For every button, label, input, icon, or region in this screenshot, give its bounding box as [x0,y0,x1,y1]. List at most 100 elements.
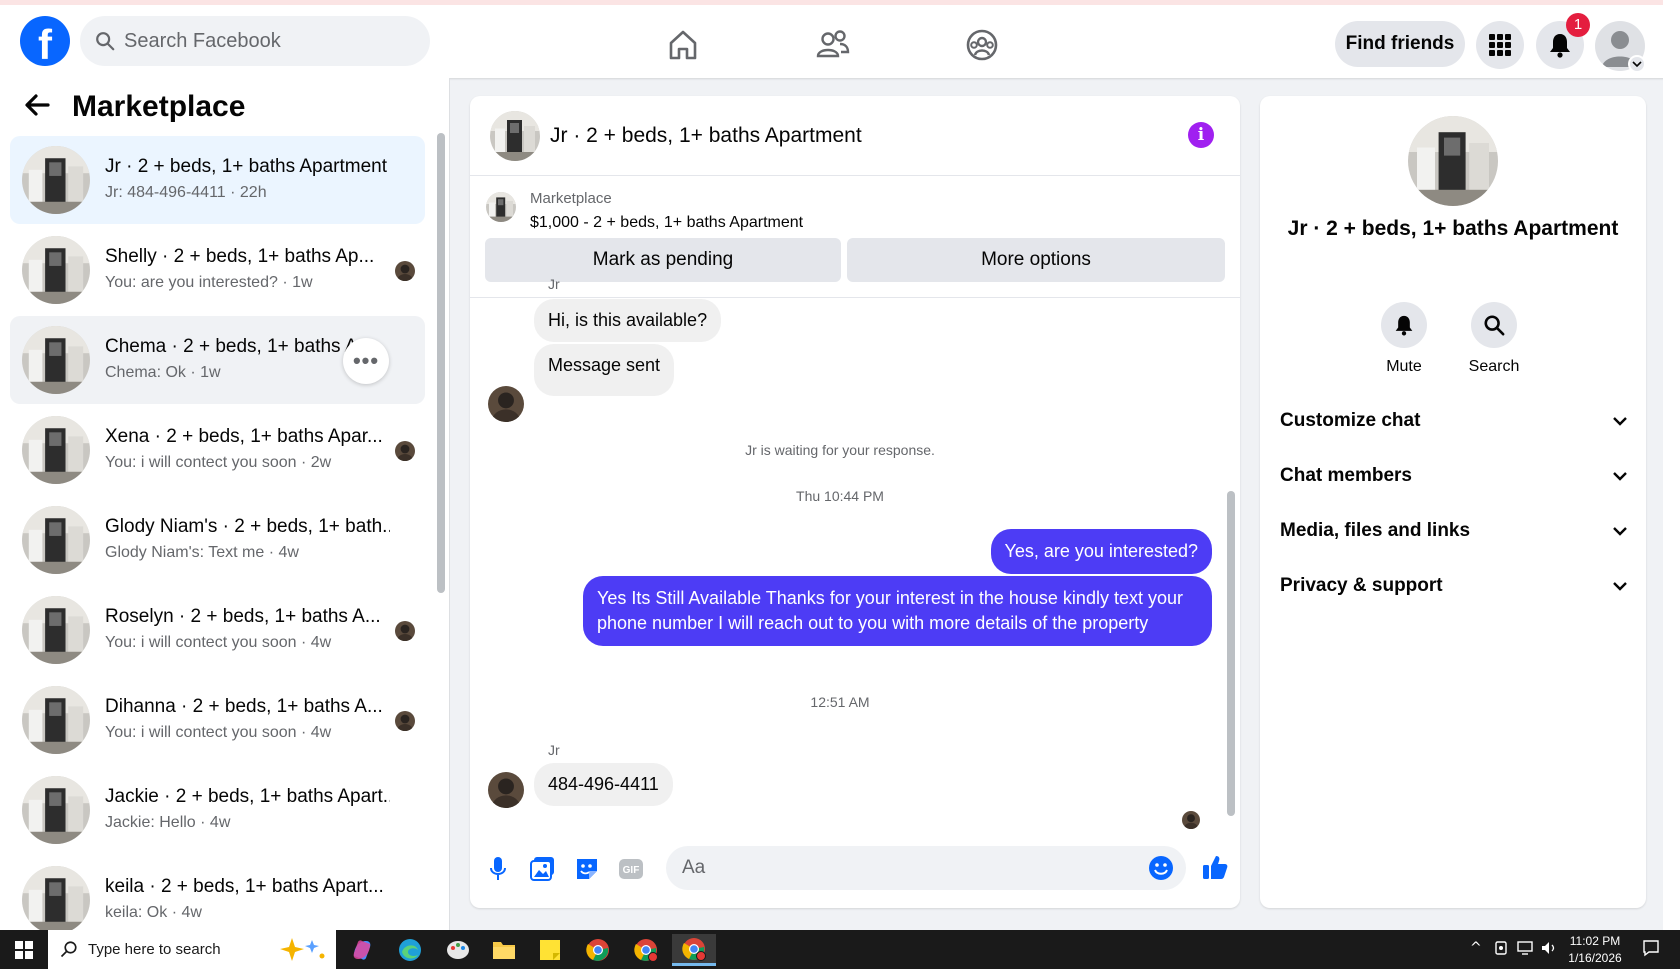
emoji-icon[interactable] [1148,855,1174,886]
conversation-name: Chema · 2 + beds, 1+ baths Apa... [105,336,355,357]
row-label: Chat members [1280,465,1412,486]
facebook-logo[interactable]: f [20,16,70,68]
timestamp-divider: Thu 10:44 PM [796,488,884,504]
conversation-preview: You: i will contect you soon · 4w [105,634,332,651]
search-icon [60,940,78,963]
search-in-conversation-button[interactable]: Search [1454,302,1534,376]
sender-avatar[interactable] [488,772,524,808]
home-icon[interactable] [663,25,703,65]
listing-thumbnail [22,146,90,214]
conversation-item[interactable]: Xena · 2 + beds, 1+ baths Apar... You: i… [10,406,425,494]
chevron-down-icon [1612,524,1628,542]
conversation-name: Shelly · 2 + beds, 1+ baths Ap... [105,246,375,267]
conversation-info-panel: Jr · 2 + beds, 1+ baths Apartment Mute S… [1260,96,1646,908]
gif-icon[interactable]: GIF [618,856,644,882]
conversation-item[interactable]: Jackie · 2 + beds, 1+ baths Apart... Jac… [10,766,425,854]
copilot-app-icon[interactable] [340,934,384,966]
menu-grid-button[interactable] [1476,21,1524,69]
conversation-preview: keila: Ok · 4w [105,904,202,921]
clock-time: 11:02 PM [1569,934,1621,948]
customize-chat-row[interactable]: Customize chat [1260,398,1646,448]
chat-listing-thumbnail[interactable] [490,111,540,161]
thumbs-up-icon[interactable] [1200,852,1230,882]
message-author: Jr [548,742,560,758]
incoming-message[interactable]: 484-496-4411 [534,763,673,806]
media-files-links-row[interactable]: Media, files and links [1260,508,1646,558]
conversation-name: Roselyn · 2 + beds, 1+ baths A... [105,606,381,627]
message-input[interactable] [682,846,1122,890]
microphone-icon[interactable] [485,856,511,882]
waiting-notice: Jr is waiting for your response. [745,442,935,458]
marketplace-label: Marketplace [530,190,612,207]
groups-icon[interactable] [962,25,1002,65]
page-scrollbar-track[interactable] [1663,0,1680,930]
mute-label: Mute [1386,358,1422,375]
info-icon[interactable]: i [1188,122,1214,148]
chat-scrollbar[interactable] [1227,491,1235,816]
search-icon [94,30,116,57]
listing-thumbnail [22,596,90,664]
chevron-up-icon[interactable]: ^ [1470,940,1482,956]
incoming-message[interactable]: Hi, is this available? [534,299,722,342]
incoming-message[interactable]: Message sent [534,344,675,396]
chat-title[interactable]: Jr · 2 + beds, 1+ baths Apartment [550,124,862,148]
paint-app-icon[interactable] [436,934,480,966]
outgoing-message[interactable]: Yes, are you interested? [990,529,1212,574]
edge-browser-icon[interactable] [388,934,432,966]
chat-panel: Jr · 2 + beds, 1+ baths Apartment i Mark… [470,96,1240,908]
volume-icon[interactable] [1540,940,1558,960]
chrome-active-window-icon[interactable] [672,934,716,966]
listing-thumbnail [22,326,90,394]
listing-thumbnail [22,686,90,754]
photo-icon[interactable] [530,856,556,882]
message-author: Jr [548,276,560,292]
outgoing-message[interactable]: Yes Its Still Available Thanks for your … [583,576,1212,646]
more-options-button[interactable]: More options [847,238,1225,282]
listing-thumbnail [22,416,90,484]
sticky-notes-icon[interactable] [528,934,572,966]
network-icon[interactable] [1516,940,1534,960]
conversation-item[interactable]: Chema · 2 + beds, 1+ baths Apa... Chema:… [10,316,425,404]
friends-icon[interactable] [813,25,853,65]
search-label: Search [1468,358,1520,375]
chrome-profile-icon[interactable] [624,934,668,966]
mark-as-pending-button[interactable]: Mark as pending [485,238,841,282]
conversation-item[interactable]: Dihanna · 2 + beds, 1+ baths A... You: i… [10,676,425,764]
conversation-item[interactable]: keila · 2 + beds, 1+ baths Apart... keil… [10,856,425,930]
sidebar-title: Marketplace [72,90,246,123]
chrome-browser-icon[interactable] [576,934,620,966]
conversation-item[interactable]: Roselyn · 2 + beds, 1+ baths A... You: i… [10,586,425,674]
conversation-preview: Jr: 484-496-4411 · 22h [105,184,267,201]
more-options-icon[interactable]: ••• [343,338,389,384]
taskbar-search-box[interactable]: Type here to search [48,930,336,969]
conversation-preview: You: i will contect you soon · 4w [105,724,332,741]
windows-start-icon[interactable] [0,930,48,969]
conversation-preview: You: are you interested? · 1w [105,274,313,291]
search-facebook-box[interactable] [80,16,430,66]
message-input-box[interactable] [666,846,1186,890]
search-facebook-input[interactable] [124,16,414,66]
conversation-item[interactable]: Jr · 2 + beds, 1+ baths Apartment Jr: 48… [10,136,425,224]
sender-avatar[interactable] [488,386,524,422]
conversation-item[interactable]: Shelly · 2 + beds, 1+ baths Ap... You: a… [10,226,425,314]
conversation-item[interactable]: Glody Niam's · 2 + beds, 1+ bath... Glod… [10,496,425,584]
privacy-support-row[interactable]: Privacy & support [1260,563,1646,613]
sticker-icon[interactable] [574,856,600,882]
listing-mini-thumbnail [486,192,516,222]
info-listing-thumbnail[interactable] [1408,116,1498,206]
find-friends-button[interactable]: Find friends [1335,21,1465,67]
clock-date: 1/16/2026 [1568,951,1622,965]
mute-button[interactable]: Mute [1364,302,1444,376]
chevron-down-icon[interactable] [1628,55,1646,73]
listing-price-title[interactable]: $1,000 - 2 + beds, 1+ baths Apartment [530,214,803,232]
file-explorer-icon[interactable] [482,934,526,966]
notification-center-icon[interactable] [1642,939,1660,961]
device-icon[interactable] [1493,940,1509,960]
sidebar-scrollbar[interactable] [437,133,445,593]
conversation-name: Glody Niam's · 2 + beds, 1+ bath... [105,516,390,537]
conversation-preview: Jackie: Hello · 4w [105,814,231,831]
system-clock[interactable]: 11:02 PM 1/16/2026 [1560,933,1630,967]
back-arrow-icon[interactable] [24,93,50,122]
chat-members-row[interactable]: Chat members [1260,453,1646,503]
row-label: Privacy & support [1280,575,1443,596]
